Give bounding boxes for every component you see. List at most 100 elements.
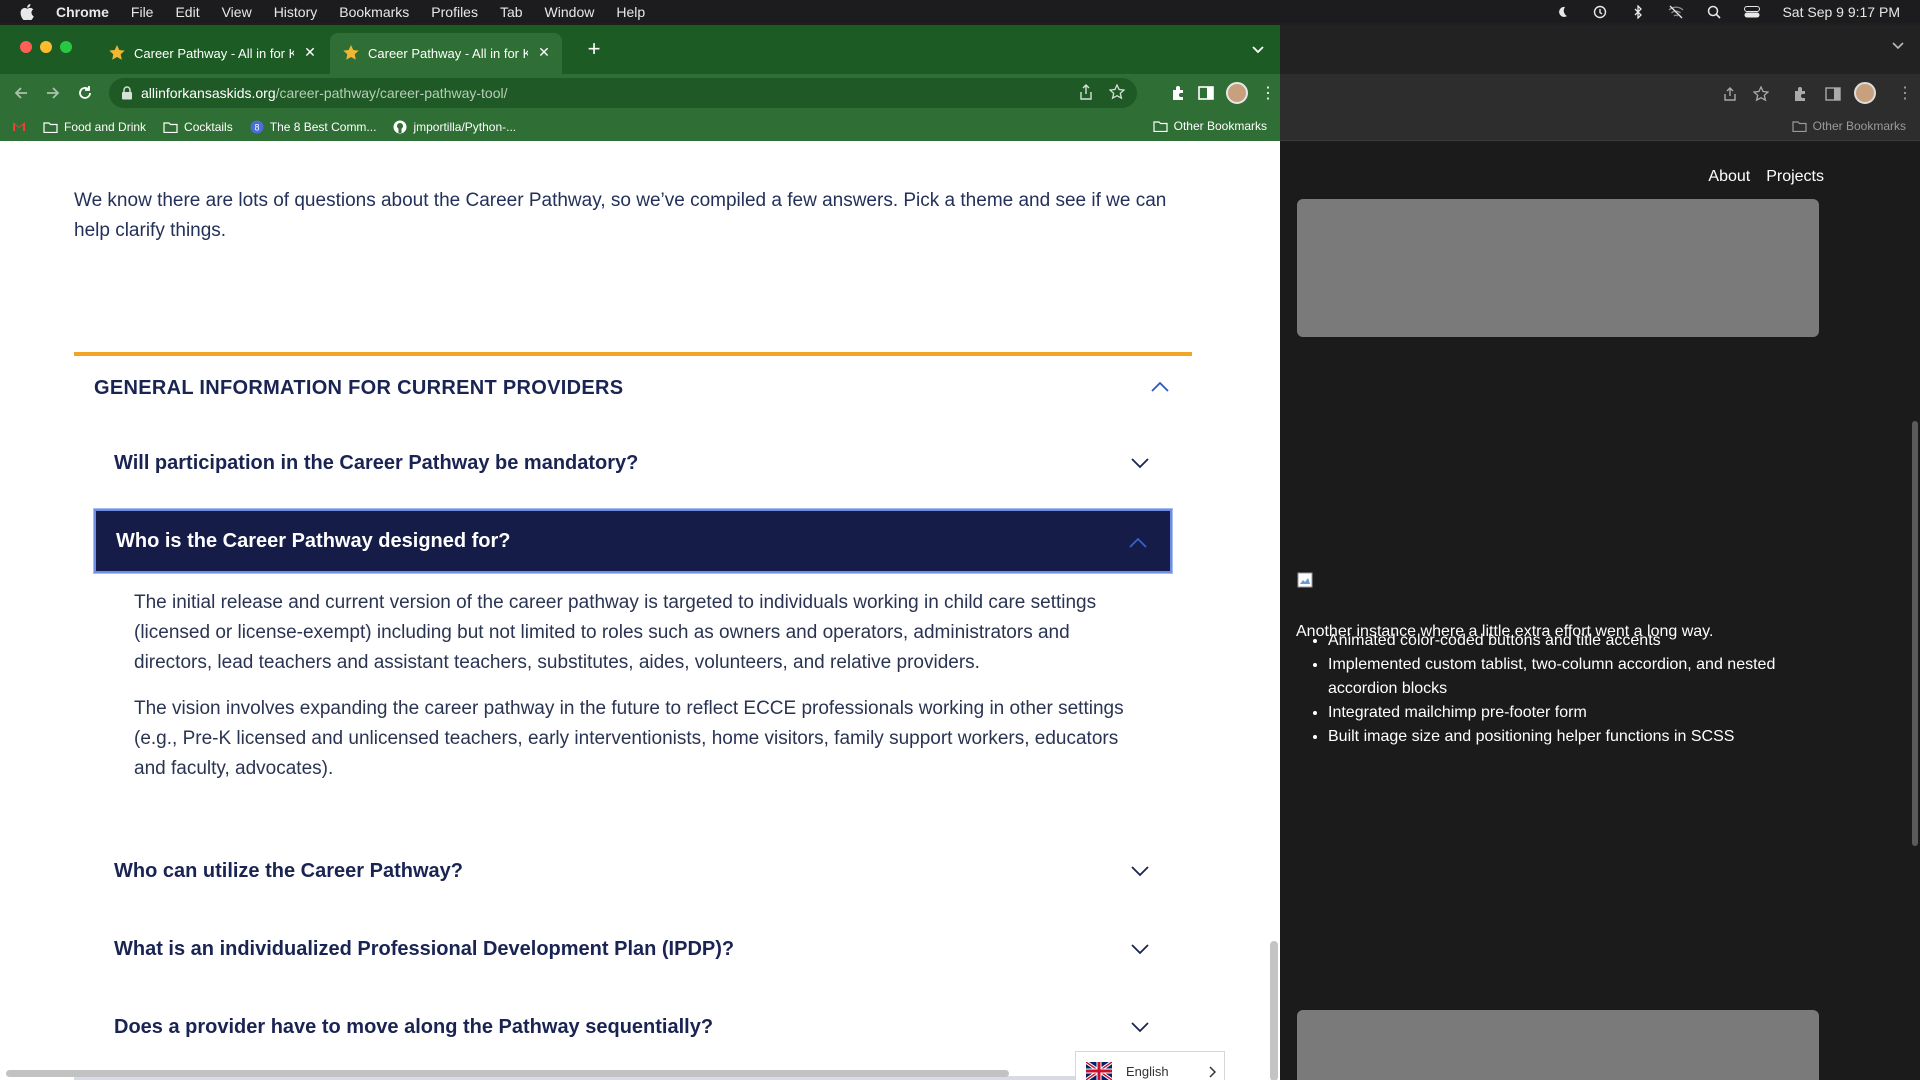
faq-answer-paragraph: The vision involves expanding the career… — [134, 698, 1124, 779]
favicon-star-icon — [343, 45, 359, 60]
close-tab-icon[interactable]: ✕ — [302, 44, 318, 60]
tab-search-chevron-icon[interactable] — [1248, 39, 1268, 59]
intro-text: We know there are lots of questions abou… — [74, 190, 1167, 241]
forward-icon[interactable] — [42, 82, 64, 104]
clock[interactable]: Sat Sep 9 9:17 PM — [1782, 4, 1900, 20]
bg-feature-item: Built image size and positioning helper … — [1328, 725, 1848, 749]
zoom-window-button[interactable] — [60, 41, 72, 53]
menu-history[interactable]: History — [274, 4, 318, 20]
gmail-bookmark[interactable] — [12, 121, 26, 132]
menu-bookmarks[interactable]: Bookmarks — [339, 4, 409, 20]
tab-title: Career Pathway - All in for Kansas Kids — [134, 46, 294, 61]
time-machine-icon[interactable] — [1592, 5, 1608, 19]
chevron-down-icon[interactable] — [1892, 42, 1904, 50]
minimize-window-button[interactable] — [40, 41, 52, 53]
bg-feature-item: Implemented custom tablist, two-column a… — [1328, 653, 1848, 701]
chevron-up-icon[interactable] — [1150, 380, 1170, 394]
chevron-right-icon — [1209, 1066, 1216, 1078]
menu-tab[interactable]: Tab — [500, 4, 523, 20]
main-browser-window: Career Pathway - All in for Kansas Kids … — [0, 25, 1280, 1080]
control-center-icon[interactable] — [1744, 5, 1761, 19]
vertical-scrollbar[interactable] — [1270, 941, 1278, 1080]
apple-icon[interactable] — [20, 3, 36, 20]
close-window-button[interactable] — [20, 41, 32, 53]
menu-window[interactable]: Window — [545, 4, 595, 20]
bookmark-python-github[interactable]: jmportilla/Python-... — [393, 120, 516, 134]
profile-avatar[interactable] — [1854, 82, 1876, 104]
lock-icon[interactable] — [121, 86, 133, 100]
bookmark-label: Cocktails — [184, 119, 233, 134]
background-browser-window: ⋮ Other Bookmarks About Projects Another… — [1280, 25, 1920, 1080]
bg-feature-list: Animated color-coded buttons and title a… — [1328, 629, 1848, 749]
bg-page-content: About Projects Another instance where a … — [1280, 142, 1920, 1080]
share-icon[interactable] — [1079, 84, 1093, 100]
tabstrip: Career Pathway - All in for Kansas Kids … — [0, 25, 1280, 74]
faq-question-expanded[interactable]: Who is the Career Pathway designed for? — [93, 508, 1173, 574]
more-menu-icon[interactable]: ⋮ — [1897, 83, 1913, 103]
other-bookmarks[interactable]: Other Bookmarks — [1153, 119, 1267, 133]
profile-avatar[interactable] — [1226, 82, 1248, 104]
menu-edit[interactable]: Edit — [175, 4, 199, 20]
extensions-icon[interactable] — [1792, 86, 1808, 102]
faq-question-label: What is an individualized Professional D… — [114, 937, 735, 960]
bookmark-8-best[interactable]: 8 The 8 Best Comm... — [250, 120, 376, 134]
site-favicon-icon: 8 — [250, 120, 264, 133]
bg-nav-projects[interactable]: Projects — [1766, 168, 1824, 186]
new-tab-icon[interactable]: + — [584, 36, 604, 61]
faq-question[interactable]: Does a provider have to move along the P… — [94, 995, 1172, 1059]
bg-other-bookmarks[interactable]: Other Bookmarks — [1792, 119, 1906, 133]
faq-question-label: Will participation in the Career Pathway… — [114, 451, 639, 474]
svg-text:8: 8 — [254, 122, 259, 132]
tab-2-active[interactable]: Career Pathway - All in for Kansas Kids … — [330, 33, 562, 74]
chevron-down-icon — [1131, 866, 1149, 877]
bg-site-nav: About Projects — [1708, 168, 1824, 186]
faq-question[interactable]: What is an individualized Professional D… — [94, 917, 1172, 981]
bookmark-cocktails[interactable]: Cocktails — [163, 120, 233, 134]
bg-nav-about[interactable]: About — [1708, 168, 1750, 186]
address-bar[interactable]: allinforkansaskids.org/career-pathway/ca… — [109, 78, 1137, 108]
page-content: We know there are lots of questions abou… — [0, 141, 1280, 1080]
bg-scrollbar[interactable] — [1912, 421, 1918, 846]
tab-1[interactable]: Career Pathway - All in for Kansas Kids … — [96, 33, 328, 74]
menu-file[interactable]: File — [131, 4, 154, 20]
omnibox-actions — [1079, 84, 1125, 100]
wifi-off-icon[interactable] — [1668, 5, 1684, 19]
back-icon[interactable] — [10, 82, 32, 104]
horizontal-scrollbar[interactable] — [6, 1070, 1009, 1077]
reload-icon[interactable] — [74, 82, 96, 104]
side-panel-icon[interactable] — [1198, 85, 1214, 101]
close-tab-icon[interactable]: ✕ — [536, 44, 552, 60]
bg-other-bookmarks-label: Other Bookmarks — [1812, 119, 1906, 133]
extensions-icon[interactable] — [1170, 85, 1186, 101]
bookmark-star-icon[interactable] — [1109, 84, 1125, 100]
folder-icon — [1792, 121, 1807, 132]
menu-help[interactable]: Help — [616, 4, 645, 20]
folder-icon — [1153, 121, 1168, 132]
more-menu-icon[interactable]: ⋮ — [1260, 83, 1276, 103]
menu-profiles[interactable]: Profiles — [431, 4, 478, 20]
faq-answer-paragraph: The initial release and current version … — [134, 592, 1097, 673]
section-title[interactable]: GENERAL INFORMATION FOR CURRENT PROVIDER… — [94, 377, 623, 400]
side-panel-icon[interactable] — [1825, 86, 1841, 102]
bookmark-food-and-drink[interactable]: Food and Drink — [43, 120, 146, 134]
faq-question[interactable]: Who can utilize the Career Pathway? — [94, 839, 1172, 903]
dnd-icon[interactable] — [1554, 5, 1570, 19]
menu-view[interactable]: View — [222, 4, 252, 20]
url-host: allinforkansaskids.org — [141, 85, 276, 101]
share-icon[interactable] — [1723, 87, 1737, 101]
bg-image-placeholder-bottom — [1297, 1010, 1819, 1080]
faq-question-label: Who can utilize the Career Pathway? — [114, 859, 463, 882]
bluetooth-icon[interactable] — [1630, 4, 1646, 19]
star-outline-icon[interactable] — [1753, 86, 1769, 102]
favicon-star-icon — [109, 45, 125, 60]
app-name-menu[interactable]: Chrome — [56, 4, 109, 20]
chevron-up-icon — [1129, 537, 1147, 548]
status-area: Sat Sep 9 9:17 PM — [1554, 0, 1900, 23]
language-switcher[interactable]: English — [1075, 1051, 1225, 1080]
spotlight-icon[interactable] — [1706, 5, 1722, 19]
chevron-down-icon — [1131, 458, 1149, 469]
bg-image-placeholder-top — [1297, 199, 1819, 337]
folder-icon — [43, 121, 58, 133]
faq-question[interactable]: Will participation in the Career Pathway… — [94, 431, 1172, 495]
bg-toolbar: ⋮ — [1280, 74, 1920, 112]
